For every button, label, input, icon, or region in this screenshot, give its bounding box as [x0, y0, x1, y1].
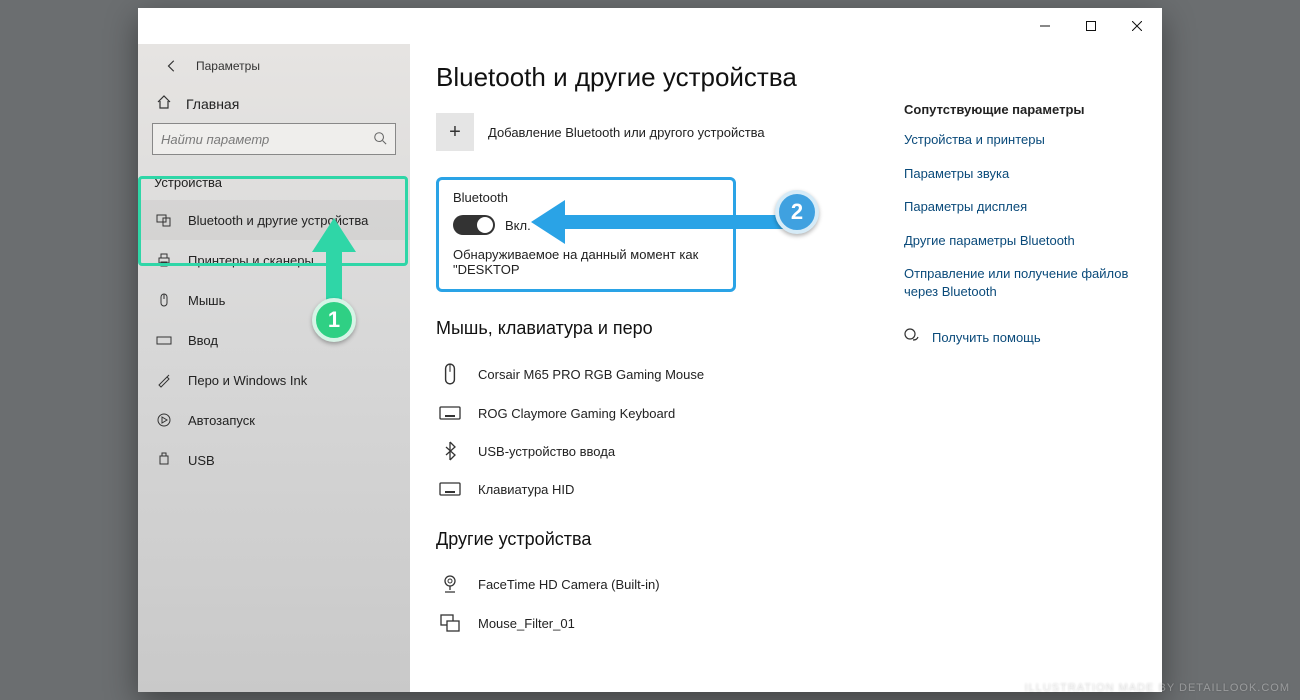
- related-link[interactable]: Отправление или получение файлов через B…: [904, 265, 1136, 300]
- devices-icon: [154, 212, 174, 228]
- related-link[interactable]: Другие параметры Bluetooth: [904, 232, 1136, 250]
- search-input[interactable]: Найти параметр: [152, 123, 396, 155]
- page-title: Bluetooth и другие устройства: [436, 62, 904, 93]
- nav-usb[interactable]: USB: [138, 440, 410, 480]
- bluetooth-icon: [436, 441, 464, 461]
- back-button[interactable]: [152, 48, 192, 84]
- add-device-row[interactable]: + Добавление Bluetooth или другого устро…: [436, 113, 904, 151]
- related-pane: Сопутствующие параметры Устройства и при…: [904, 62, 1136, 682]
- nav-pen[interactable]: Перо и Windows Ink: [138, 360, 410, 400]
- help-label: Получить помощь: [932, 330, 1041, 345]
- window-title: Параметры: [196, 59, 260, 73]
- nav-label: Перо и Windows Ink: [188, 373, 307, 388]
- bluetooth-block: Bluetooth Вкл. Обнаруживаемое на данный …: [436, 177, 736, 292]
- nav-label: Принтеры и сканеры: [188, 253, 314, 268]
- usb-icon: [154, 452, 174, 468]
- content: Bluetooth и другие устройства + Добавлен…: [410, 44, 1162, 692]
- device-row[interactable]: ROG Claymore Gaming Keyboard: [436, 395, 904, 431]
- device-row[interactable]: Клавиатура HID: [436, 471, 904, 507]
- discoverable-text: Обнаруживаемое на данный момент как "DES…: [453, 247, 719, 277]
- device-name: Клавиатура HID: [478, 482, 574, 497]
- nav-typing[interactable]: Ввод: [138, 320, 410, 360]
- device-row[interactable]: Mouse_Filter_01: [436, 604, 904, 642]
- nav-label: Мышь: [188, 293, 225, 308]
- bluetooth-toggle[interactable]: [453, 215, 495, 235]
- related-link[interactable]: Параметры дисплея: [904, 198, 1136, 216]
- nav-label: USB: [188, 453, 215, 468]
- nav-label: Автозапуск: [188, 413, 255, 428]
- device-row[interactable]: USB-устройство ввода: [436, 431, 904, 471]
- related-link[interactable]: Устройства и принтеры: [904, 131, 1136, 149]
- sidebar-nav: Bluetooth и другие устройства Принтеры и…: [138, 200, 410, 480]
- generic-device-icon: [436, 614, 464, 632]
- sidebar-section: Устройства: [138, 165, 410, 200]
- related-header: Сопутствующие параметры: [904, 102, 1136, 117]
- nav-bluetooth[interactable]: Bluetooth и другие устройства: [138, 200, 410, 240]
- nav-printers[interactable]: Принтеры и сканеры: [138, 240, 410, 280]
- plus-icon: +: [449, 121, 461, 144]
- keyboard-icon: [436, 405, 464, 421]
- device-row[interactable]: Corsair M65 PRO RGB Gaming Mouse: [436, 353, 904, 395]
- mouse-icon: [154, 292, 174, 308]
- search-placeholder: Найти параметр: [161, 132, 269, 147]
- pen-icon: [154, 372, 174, 388]
- get-help-link[interactable]: Получить помощь: [904, 328, 1136, 347]
- bluetooth-state: Вкл.: [505, 218, 531, 233]
- add-device-label: Добавление Bluetooth или другого устройс…: [488, 125, 765, 140]
- camera-icon: [436, 574, 464, 594]
- nav-label: Bluetooth и другие устройства: [188, 213, 368, 228]
- keyboard-icon: [154, 332, 174, 348]
- sidebar: Параметры Главная Найти параметр Устройс…: [138, 44, 410, 692]
- section-other: Другие устройства: [436, 529, 904, 550]
- titlebar: [138, 8, 1162, 44]
- nav-mouse[interactable]: Мышь: [138, 280, 410, 320]
- home-icon: [156, 94, 172, 113]
- section-mkp: Мышь, клавиатура и перо: [436, 318, 904, 339]
- nav-autoplay[interactable]: Автозапуск: [138, 400, 410, 440]
- related-link[interactable]: Параметры звука: [904, 165, 1136, 183]
- keyboard-icon: [436, 481, 464, 497]
- home-nav[interactable]: Главная: [138, 80, 410, 123]
- help-icon: [904, 328, 922, 347]
- bluetooth-label: Bluetooth: [453, 190, 719, 205]
- autoplay-icon: [154, 412, 174, 428]
- device-name: Corsair M65 PRO RGB Gaming Mouse: [478, 367, 704, 382]
- device-name: Mouse_Filter_01: [478, 616, 575, 631]
- annotation-badge-1: 1: [312, 298, 356, 342]
- settings-window: Параметры Главная Найти параметр Устройс…: [138, 8, 1162, 692]
- annotation-badge-2: 2: [775, 190, 819, 234]
- search-icon: [373, 131, 387, 148]
- mouse-icon: [436, 363, 464, 385]
- printer-icon: [154, 252, 174, 268]
- device-row[interactable]: FaceTime HD Camera (Built-in): [436, 564, 904, 604]
- maximize-button[interactable]: [1068, 10, 1114, 42]
- watermark: ILLUSTRATION MADE BY DETAILLOOK.COM: [1025, 682, 1290, 694]
- close-button[interactable]: [1114, 10, 1160, 42]
- main-pane: Bluetooth и другие устройства + Добавлен…: [436, 62, 904, 682]
- add-device-button[interactable]: +: [436, 113, 474, 151]
- device-name: USB-устройство ввода: [478, 444, 615, 459]
- device-name: ROG Claymore Gaming Keyboard: [478, 406, 675, 421]
- minimize-button[interactable]: [1022, 10, 1068, 42]
- device-name: FaceTime HD Camera (Built-in): [478, 577, 660, 592]
- home-label: Главная: [186, 96, 239, 112]
- nav-label: Ввод: [188, 333, 218, 348]
